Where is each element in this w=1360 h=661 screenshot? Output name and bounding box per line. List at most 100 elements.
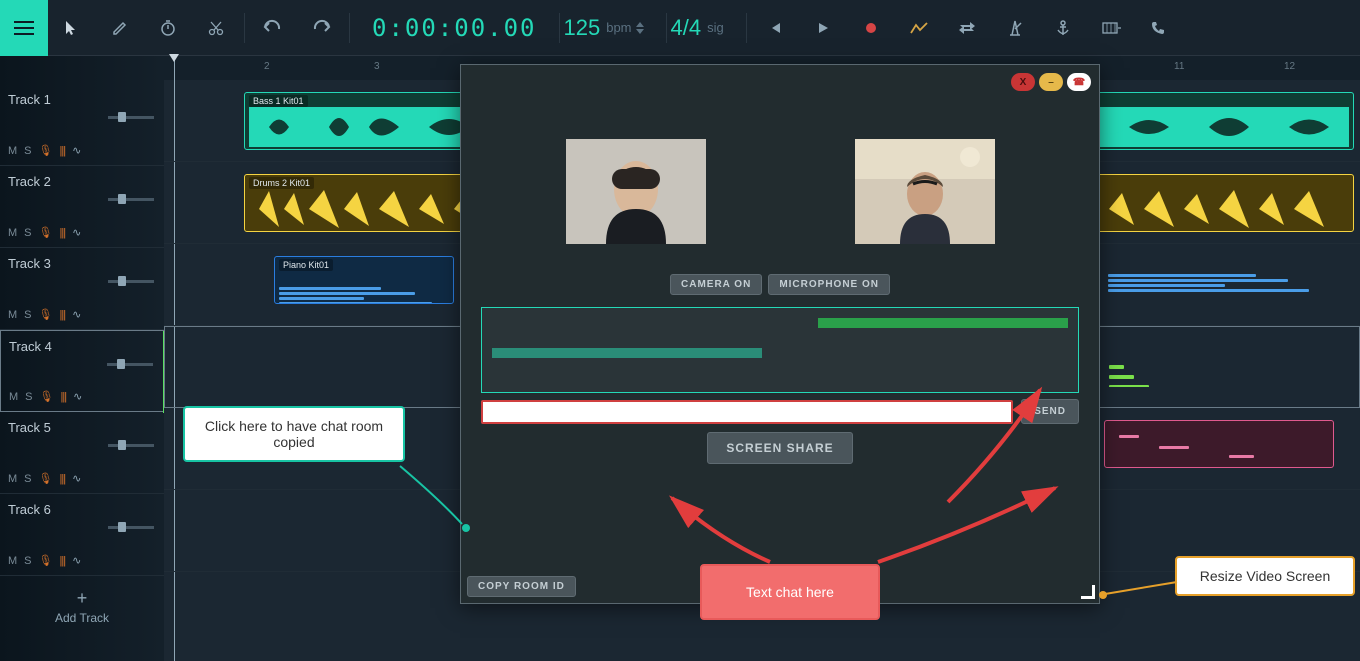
midi-clip[interactable] bbox=[1104, 256, 1324, 304]
camera-toggle-button[interactable]: CAMERA ON bbox=[670, 274, 762, 295]
top-toolbar: 0:00:00.00 125 bpm 4/4 sig bbox=[0, 0, 1360, 56]
solo-button[interactable]: S bbox=[24, 227, 31, 239]
track-name: Track 3 bbox=[8, 256, 156, 271]
meter-icon[interactable]: ||| bbox=[59, 555, 65, 567]
mute-button[interactable]: M bbox=[8, 227, 17, 239]
clip-label: Bass 1 Kit01 bbox=[249, 95, 308, 107]
solo-button[interactable]: S bbox=[24, 473, 31, 485]
solo-button[interactable]: S bbox=[24, 145, 31, 157]
webcam-feed-remote bbox=[855, 139, 995, 244]
callout-arrow-icon bbox=[1095, 570, 1185, 600]
time-display: 0:00:00.00 bbox=[372, 14, 537, 42]
chat-message-remote bbox=[818, 318, 1068, 328]
arm-record-icon[interactable]: 🎙 bbox=[40, 390, 54, 403]
track-fader[interactable] bbox=[108, 526, 154, 529]
track-5[interactable]: Track 5 MS 🎙 ||| ∿ bbox=[0, 412, 164, 494]
timer-tool-icon[interactable] bbox=[150, 10, 186, 46]
pencil-tool-icon[interactable] bbox=[102, 10, 138, 46]
track-1[interactable]: Track 1 M S 🎙 ||| ∿ bbox=[0, 84, 164, 166]
close-panel-button[interactable]: X bbox=[1011, 73, 1035, 91]
ruler-mark: 11 bbox=[1174, 61, 1184, 72]
track-fader[interactable] bbox=[108, 280, 154, 283]
skip-back-icon[interactable] bbox=[757, 10, 793, 46]
track-2[interactable]: Track 2 MS 🎙 ||| ∿ bbox=[0, 166, 164, 248]
automation-toggle-icon[interactable]: ∿ bbox=[72, 308, 81, 321]
meter-icon[interactable]: ||| bbox=[59, 227, 65, 239]
clip-label: Drums 2 Kit01 bbox=[249, 177, 314, 189]
plus-icon: + bbox=[0, 588, 164, 609]
midi-clip[interactable]: Piano Kit01 bbox=[274, 256, 454, 304]
callout-copy-room: Click here to have chat room copied bbox=[183, 406, 405, 462]
redo-icon[interactable] bbox=[303, 10, 339, 46]
ruler-mark: 2 bbox=[264, 61, 270, 72]
scissors-tool-icon[interactable] bbox=[198, 10, 234, 46]
ruler-mark: 3 bbox=[374, 61, 380, 72]
snap-icon[interactable] bbox=[1093, 10, 1129, 46]
arm-record-icon[interactable]: 🎙 bbox=[39, 308, 53, 321]
track-name: Track 4 bbox=[9, 339, 155, 354]
solo-button[interactable]: S bbox=[25, 391, 32, 403]
automation-toggle-icon[interactable]: ∿ bbox=[72, 144, 81, 157]
track-6[interactable]: Track 6 MS🎙|||∿ bbox=[0, 494, 164, 576]
meter-icon[interactable]: ||| bbox=[59, 473, 65, 485]
arm-record-icon[interactable]: 🎙 bbox=[39, 472, 53, 485]
play-icon[interactable] bbox=[805, 10, 841, 46]
arm-record-icon[interactable]: 🎙 bbox=[39, 554, 53, 567]
callout-resize: Resize Video Screen bbox=[1175, 556, 1355, 596]
chat-input[interactable] bbox=[481, 400, 1013, 424]
mute-button[interactable]: M bbox=[8, 473, 17, 485]
mute-button[interactable]: M bbox=[8, 145, 17, 157]
add-track-button[interactable]: + Add Track bbox=[0, 576, 164, 625]
track-fader[interactable] bbox=[108, 444, 154, 447]
microphone-toggle-button[interactable]: MICROPHONE ON bbox=[768, 274, 890, 295]
meter-icon[interactable]: ||| bbox=[60, 391, 66, 403]
track-name: Track 2 bbox=[8, 174, 156, 189]
automation-toggle-icon[interactable]: ∿ bbox=[73, 390, 82, 403]
record-icon[interactable] bbox=[853, 10, 889, 46]
ruler-mark: 12 bbox=[1284, 61, 1295, 72]
undo-icon[interactable] bbox=[255, 10, 291, 46]
automation-toggle-icon[interactable]: ∿ bbox=[72, 554, 81, 567]
menu-button[interactable] bbox=[0, 0, 48, 56]
mute-button[interactable]: M bbox=[9, 391, 18, 403]
mute-button[interactable]: M bbox=[8, 309, 17, 321]
metronome-icon[interactable] bbox=[997, 10, 1033, 46]
solo-button[interactable]: S bbox=[24, 555, 31, 567]
automation-toggle-icon[interactable]: ∿ bbox=[72, 226, 81, 239]
loop-icon[interactable] bbox=[949, 10, 985, 46]
screen-share-button[interactable]: SCREEN SHARE bbox=[707, 432, 852, 464]
hangup-button[interactable]: ☎ bbox=[1067, 73, 1091, 91]
track-name: Track 5 bbox=[8, 420, 156, 435]
solo-button[interactable]: S bbox=[24, 309, 31, 321]
track-4[interactable]: Track 4 MS 🎙 ||| ∿ bbox=[0, 330, 164, 412]
track-fader[interactable] bbox=[108, 198, 154, 201]
callout-arrow-icon bbox=[660, 490, 800, 570]
bpm-label: bpm bbox=[606, 20, 631, 35]
track-fader[interactable] bbox=[108, 116, 154, 119]
track-fader[interactable] bbox=[107, 363, 153, 366]
track-list: Track 1 M S 🎙 ||| ∿ Track 2 MS🎙|||∿ Trac… bbox=[0, 56, 164, 661]
callout-arrow-icon bbox=[940, 380, 1060, 510]
midi-clip[interactable] bbox=[1104, 420, 1334, 468]
mute-button[interactable]: M bbox=[8, 555, 17, 567]
bpm-stepper[interactable] bbox=[636, 22, 644, 34]
meter-icon[interactable]: ||| bbox=[59, 309, 65, 321]
arm-record-icon[interactable]: 🎙 bbox=[39, 226, 53, 239]
automation-icon[interactable] bbox=[901, 10, 937, 46]
copy-room-id-button[interactable]: COPY ROOM ID bbox=[467, 576, 576, 597]
arm-record-icon[interactable]: 🎙 bbox=[39, 144, 53, 157]
midi-clip[interactable] bbox=[1105, 347, 1335, 387]
track-3[interactable]: Track 3 MS 🎙 ||| ∿ bbox=[0, 248, 164, 330]
meter-icon[interactable]: ||| bbox=[59, 145, 65, 157]
phone-icon[interactable] bbox=[1141, 10, 1177, 46]
bpm-value[interactable]: 125 bbox=[564, 15, 601, 41]
automation-toggle-icon[interactable]: ∿ bbox=[72, 472, 81, 485]
pointer-tool-icon[interactable] bbox=[54, 10, 90, 46]
callout-arrow-icon bbox=[390, 460, 480, 540]
track-name: Track 1 bbox=[8, 92, 156, 107]
minimize-panel-button[interactable]: – bbox=[1039, 73, 1063, 91]
anchor-icon[interactable] bbox=[1045, 10, 1081, 46]
timesig-value[interactable]: 4/4 bbox=[671, 15, 702, 41]
timesig-label: sig bbox=[707, 20, 724, 35]
resize-handle[interactable] bbox=[1081, 585, 1095, 599]
